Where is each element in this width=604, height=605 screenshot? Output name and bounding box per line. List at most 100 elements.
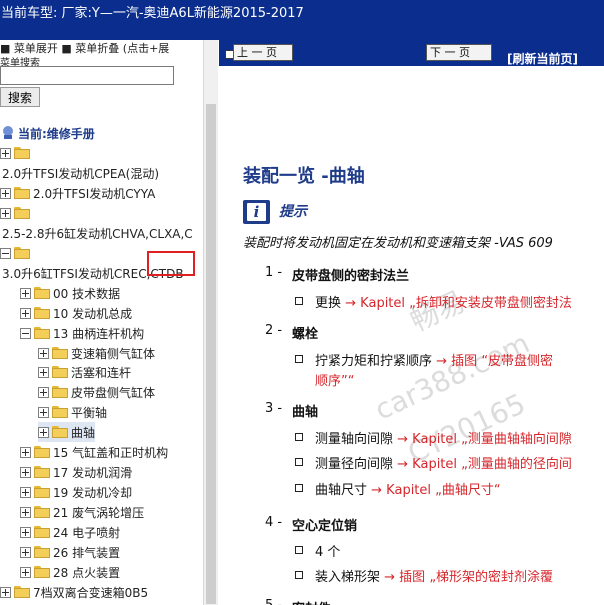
folder-icon [34, 486, 50, 498]
tree-item[interactable]: 曲轴 [38, 422, 96, 442]
section-number: 3 - [265, 401, 283, 416]
section-title: 密封件 [292, 598, 331, 605]
tree-item-label: 19 发动机冷却 [53, 485, 133, 500]
bullet-icon [295, 484, 303, 492]
expand-icon[interactable] [38, 406, 49, 418]
tree-item-label: 2.0升TFSI发动机CPEA(混动) [2, 166, 160, 181]
collapse-icon[interactable] [0, 247, 11, 259]
expand-icon[interactable] [0, 147, 11, 159]
tree-item[interactable] [0, 243, 33, 263]
bullet-icon [295, 571, 303, 579]
folder-icon [34, 566, 50, 578]
item-text: 更换 [315, 296, 342, 311]
item-link[interactable]: → Kapitel „曲轴尺寸“ [371, 483, 500, 498]
current-manual-label: 当前:维修手册 [18, 126, 95, 141]
expand-icon[interactable] [20, 466, 31, 478]
folder-icon [14, 207, 30, 219]
tree-item[interactable]: 2.0升TFSI发动机CYYA [0, 183, 155, 203]
tree-item-label: 活塞和连杆 [71, 365, 132, 380]
tree-item[interactable]: 21 废气涡轮增压 [20, 502, 144, 522]
prev-page-button[interactable]: 上 一 页 [233, 44, 293, 61]
folder-icon [14, 586, 30, 598]
expand-icon[interactable] [20, 486, 31, 498]
tree-item-label: 17 发动机润滑 [53, 465, 133, 480]
list-item: 测量径向间隙 → Kapitel „测量曲轴的径向间 [315, 453, 572, 472]
expand-icon[interactable] [20, 526, 31, 538]
tree-item-label: 10 发动机总成 [53, 306, 133, 321]
info-icon: i [243, 200, 270, 224]
expand-icon[interactable] [20, 566, 31, 578]
tree-item[interactable]: 24 电子喷射 [20, 522, 120, 542]
expand-icon[interactable] [0, 187, 11, 199]
tree-item[interactable]: 2.5-2.8升6缸发动机CHVA,CLXA,C [2, 223, 193, 243]
tree-item[interactable]: 28 点火装置 [20, 562, 120, 582]
expand-icon[interactable] [20, 446, 31, 458]
list-item: 装入梯形架 → 插图 „梯形架的密封剂涂覆 [315, 566, 553, 585]
section-title: 曲轴 [292, 405, 319, 420]
expand-icon[interactable] [20, 307, 31, 319]
tree-item[interactable]: 26 排气装置 [20, 542, 120, 562]
tree-item[interactable]: 皮带盘侧气缸体 [38, 382, 155, 402]
expand-icon[interactable] [0, 586, 11, 598]
item-link[interactable]: → Kapitel „拆卸和安装皮带盘侧密封法 [345, 296, 572, 311]
folder-icon [34, 327, 50, 339]
tree-item-label: 7档双离合变速箱0B5 [33, 585, 149, 600]
expand-icon[interactable] [20, 546, 31, 558]
tree-item[interactable]: 15 气缸盖和正时机构 [20, 442, 168, 462]
section-number: 5 - [265, 598, 282, 605]
expand-icon[interactable] [20, 506, 31, 518]
tree-item-label: 2.5-2.8升6缸发动机CHVA,CLXA,C [2, 226, 193, 241]
expand-icon[interactable] [20, 287, 31, 299]
item-link[interactable]: → Kapitel „测量曲轴的径向间 [397, 457, 572, 472]
folder-icon [34, 287, 50, 299]
item-link-continued[interactable]: 顺序”“ [315, 370, 354, 389]
next-page-button[interactable]: 下 一 页 [426, 44, 492, 61]
bullet-icon [295, 355, 303, 363]
expand-icon[interactable] [38, 366, 49, 378]
item-link[interactable]: → Kapitel „测量曲轴轴向间隙 [397, 432, 572, 447]
folder-icon [52, 366, 68, 378]
bullet-icon [295, 546, 303, 554]
refresh-page-link[interactable]: [刷新当前页] [507, 50, 578, 67]
current-manual[interactable]: 当前:维修手册 [2, 123, 95, 143]
tree-item-label: 24 电子喷射 [53, 525, 121, 540]
folder-icon [34, 466, 50, 478]
scrollbar-thumb[interactable] [206, 104, 216, 604]
page-heading: 装配一览 -曲轴 [243, 166, 365, 187]
tree-item[interactable] [0, 143, 33, 163]
section-number: 1 - [265, 265, 283, 280]
folder-icon [34, 506, 50, 518]
folder-icon [34, 446, 50, 458]
expand-icon[interactable] [38, 386, 49, 398]
tree-item[interactable]: 17 发动机润滑 [20, 462, 132, 482]
collapse-icon[interactable] [20, 327, 31, 339]
search-button[interactable]: 搜索 [0, 87, 40, 107]
tree-item[interactable]: 变速箱侧气缸体 [38, 343, 155, 363]
tree-item[interactable]: 活塞和连杆 [38, 362, 131, 382]
tree-item[interactable]: 00 技术数据 [20, 283, 120, 303]
search-input[interactable] [0, 66, 174, 85]
item-text: 曲轴尺寸 [315, 483, 368, 498]
item-text: 装入梯形架 [315, 570, 381, 585]
tree-item[interactable]: 10 发动机总成 [20, 303, 132, 323]
tree-item[interactable]: 13 曲柄连杆机构 [20, 323, 144, 343]
item-text: 测量轴向间隙 [315, 432, 394, 447]
tree-item-label: 2.0升TFSI发动机CYYA [33, 186, 156, 201]
tree-item[interactable]: 2.0升TFSI发动机CPEA(混动) [2, 163, 159, 183]
item-link[interactable]: → 插图 “皮带盘侧密 [436, 354, 553, 369]
item-text: 测量径向间隙 [315, 457, 394, 472]
expand-icon[interactable] [0, 207, 11, 219]
tree-item-label: 平衡轴 [71, 405, 108, 420]
tree-item[interactable] [0, 203, 33, 223]
tree-item-label: 变速箱侧气缸体 [71, 346, 156, 361]
left-scrollbar[interactable] [203, 40, 218, 605]
item-text: 4 个 [315, 545, 341, 560]
top-bar: 当前车型: 厂家:Y—一汽-奥迪A6L新能源2015-2017 [0, 0, 604, 40]
expand-icon[interactable] [38, 426, 49, 438]
tree-item[interactable]: 7档双离合变速箱0B5 [0, 582, 148, 602]
expand-icon[interactable] [38, 347, 49, 359]
item-link[interactable]: → 插图 „梯形架的密封剂涂覆 [384, 570, 553, 585]
tree-item[interactable]: 19 发动机冷却 [20, 482, 132, 502]
tree-item[interactable]: 平衡轴 [38, 402, 107, 422]
folder-icon [14, 187, 30, 199]
